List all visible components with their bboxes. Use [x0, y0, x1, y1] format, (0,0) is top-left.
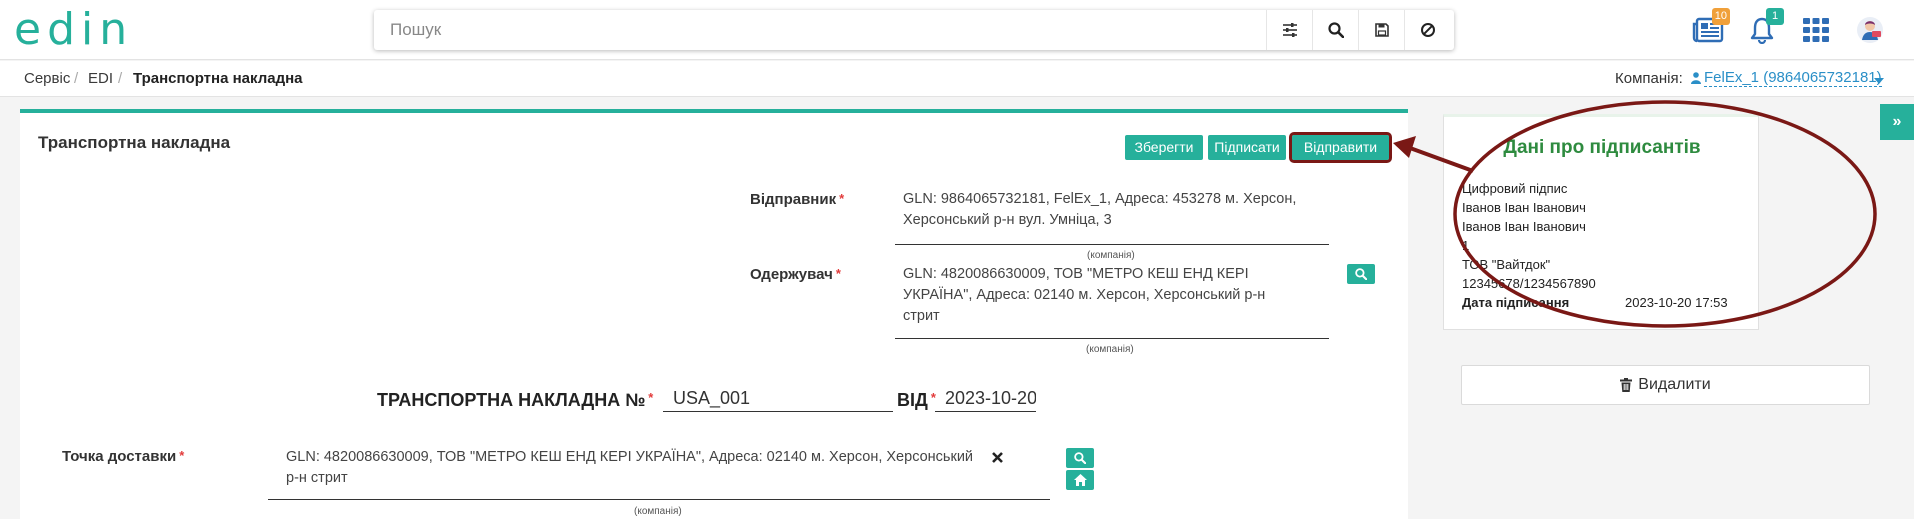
delivery-search-button[interactable]: [1066, 448, 1094, 468]
chevron-down-icon: [1874, 78, 1884, 84]
notifications-count-badge: 1: [1766, 8, 1784, 25]
filter-button[interactable]: [1266, 10, 1312, 50]
delivery-point-underline: [268, 499, 1050, 500]
close-icon[interactable]: [992, 452, 1003, 463]
date-label: ВІД *: [897, 390, 936, 410]
company-selector[interactable]: FelEx_1 (9864065732181): [1704, 70, 1882, 87]
breadcrumb-service-link[interactable]: Сервіс: [24, 70, 70, 87]
clear-search-button[interactable]: [1404, 10, 1450, 50]
signers-heading: Дані про підписантів: [1503, 137, 1701, 158]
save-search-button[interactable]: [1358, 10, 1404, 50]
required-marker: *: [839, 191, 845, 206]
sender-value[interactable]: GLN: 9864065732181, FelEx_1, Адреса: 453…: [903, 189, 1296, 231]
breadcrumb-edi-link[interactable]: EDI: [88, 70, 113, 87]
date-input[interactable]: [935, 386, 1036, 412]
signer-name: Іванов Іван Іванович: [1462, 219, 1586, 234]
delivery-home-button[interactable]: [1066, 470, 1094, 490]
delivery-point-label: Точка доставки *: [62, 448, 185, 465]
receiver-search-button[interactable]: [1347, 264, 1375, 284]
required-marker: *: [179, 448, 185, 463]
receiver-underline: [895, 338, 1329, 339]
trash-icon: [1620, 378, 1633, 392]
search-icon: [1355, 268, 1367, 280]
sender-label: Відправник *: [750, 191, 845, 208]
user-icon: [1691, 72, 1701, 84]
signers-panel: Дані про підписантів Цифровий підпис Іва…: [1443, 114, 1759, 330]
company-label: Компанія:: [1615, 70, 1683, 87]
receiver-value[interactable]: GLN: 4820086630009, ТОВ "МЕТРО КЕШ ЕНД К…: [903, 264, 1265, 327]
signing-date-value: 2023-10-20 17:53: [1625, 295, 1728, 310]
signing-date-label: Дата підписання: [1462, 295, 1570, 310]
breadcrumb-current: Транспортна накладна: [133, 70, 303, 87]
breadcrumb: Сервіс / EDI / Транспортна накладна Комп…: [0, 61, 1914, 97]
required-marker: *: [648, 390, 654, 405]
search-icon: [1074, 452, 1086, 464]
waybill-number-input[interactable]: [663, 386, 893, 412]
waybill-number-label: ТРАНСПОРТНА НАКЛАДНА № *: [377, 390, 654, 410]
search-icon: [1327, 22, 1344, 38]
breadcrumb-separator: /: [118, 70, 123, 87]
delete-button[interactable]: Видалити: [1461, 365, 1870, 405]
top-bar: edin Пошук 10 1: [0, 0, 1914, 60]
signer-organization: ТОВ "Вайтдок": [1462, 257, 1551, 272]
delivery-point-hint: (компанія): [634, 506, 682, 517]
sender-hint: (компанія): [1087, 250, 1135, 261]
delivery-point-value[interactable]: GLN: 4820086630009, ТОВ "МЕТРО КЕШ ЕНД К…: [286, 447, 973, 489]
notifications-button[interactable]: 1: [1744, 8, 1784, 46]
panel-toggle-button[interactable]: »: [1880, 104, 1914, 140]
signer-codes: 12345678/1234567890: [1462, 276, 1596, 291]
floppy-icon: [1374, 23, 1389, 37]
news-button[interactable]: 10: [1690, 8, 1730, 46]
breadcrumb-separator: /: [74, 70, 79, 87]
delete-label: Видалити: [1638, 376, 1711, 393]
save-button[interactable]: Зберегти: [1125, 135, 1203, 160]
required-marker: *: [835, 266, 841, 281]
search-bar: [374, 10, 1454, 50]
sign-button[interactable]: Підписати: [1208, 135, 1286, 160]
page-title: Транспортна накладна: [38, 133, 231, 152]
svg-text:edin: edin: [14, 8, 133, 52]
receiver-label: Одержувач *: [750, 266, 841, 283]
user-avatar[interactable]: [1852, 14, 1888, 46]
signature-type: Цифровий підпис: [1462, 181, 1568, 196]
signer-name: Іванов Іван Іванович: [1462, 200, 1586, 215]
signer-number: 1: [1462, 238, 1470, 253]
send-button[interactable]: Відправити: [1289, 132, 1392, 163]
avatar-icon: [1857, 17, 1883, 43]
sliders-icon: [1282, 23, 1297, 37]
document-panel: Транспортна накладна Зберегти Підписати …: [20, 109, 1408, 519]
news-count-badge: 10: [1711, 8, 1730, 25]
home-icon: [1073, 474, 1087, 486]
grid-icon: [1803, 18, 1829, 42]
apps-button[interactable]: [1798, 14, 1834, 46]
ban-icon: [1420, 23, 1435, 37]
double-chevron-right-icon: »: [1892, 113, 1902, 130]
sender-underline: [895, 244, 1329, 245]
search-input[interactable]: [374, 10, 1274, 50]
search-button[interactable]: [1312, 10, 1358, 50]
receiver-hint: (компанія): [1086, 344, 1134, 355]
edin-logo[interactable]: edin: [14, 8, 154, 52]
